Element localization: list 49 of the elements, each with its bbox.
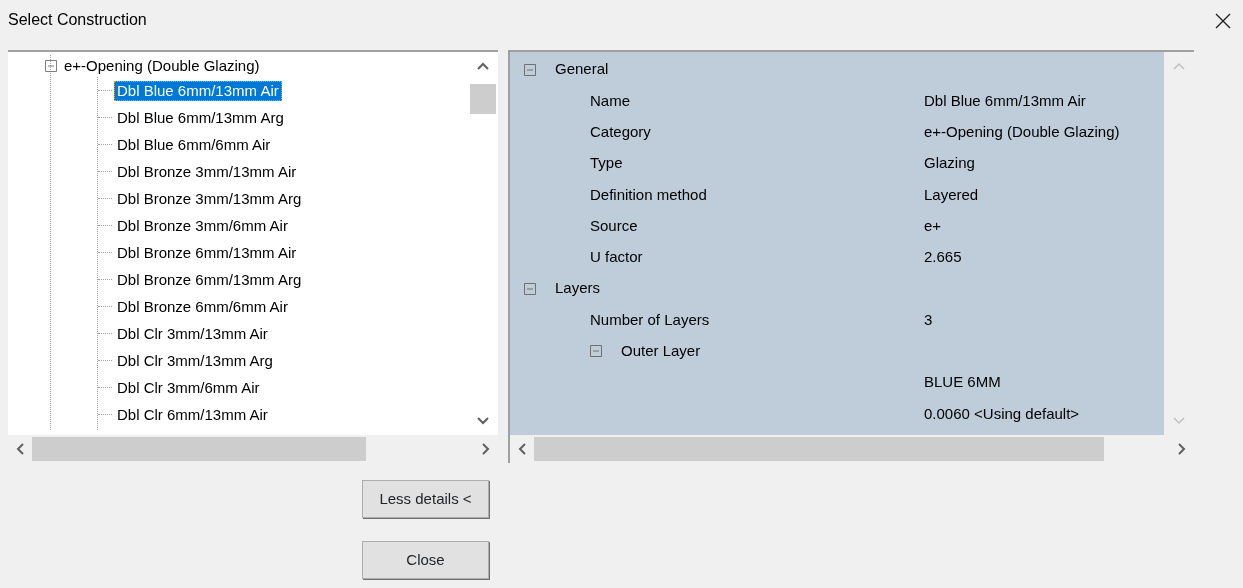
scrollbar-thumb[interactable] [32, 437, 366, 461]
property-name: Source [590, 215, 638, 236]
property-value: 3 [924, 309, 933, 330]
tree-item[interactable]: Dbl Clr 3mm/6mm Air [114, 377, 263, 398]
property-name: Category [590, 122, 651, 142]
collapse-icon[interactable] [524, 63, 536, 76]
tree-item[interactable]: Dbl Bronze 3mm/13mm Arg [114, 188, 305, 209]
dialog-button[interactable]: Less details < [362, 480, 489, 518]
property-name: Number of Layers [590, 309, 710, 330]
tree-item[interactable]: e+-Opening (Double Glazing) [61, 56, 263, 76]
property-value: 2.665 [924, 247, 962, 268]
scroll-left-icon[interactable] [16, 443, 24, 455]
tree-item[interactable]: Dbl Bronze 3mm/6mm Air [114, 215, 291, 236]
tree-item[interactable]: Dbl Blue 6mm/13mm Air [114, 80, 282, 101]
group-label: Outer Layer [621, 341, 701, 362]
scrollbar-thumb[interactable] [534, 437, 1104, 461]
tree-item[interactable]: Dbl Bronze 3mm/13mm Air [114, 161, 300, 182]
group-label: General [555, 59, 609, 80]
property-value: Glazing [924, 153, 975, 174]
group-label: Layers [555, 278, 601, 299]
property-value: BLUE 6MM [924, 372, 1001, 393]
tree-item[interactable]: Dbl Bronze 6mm/6mm Air [114, 296, 291, 317]
tree-item[interactable]: Dbl Blue 6mm/13mm Arg [114, 107, 287, 128]
property-value: 0.0060 <Using default> [924, 403, 1080, 424]
scroll-down-icon[interactable] [477, 417, 489, 425]
property-name: Name [590, 90, 630, 111]
tree-item[interactable]: Dbl Blue 6mm/6mm Air [114, 134, 274, 155]
property-value: Dbl Blue 6mm/13mm Air [924, 90, 1086, 111]
property-name: Definition method [590, 184, 707, 205]
scroll-right-icon[interactable] [1178, 443, 1186, 455]
scrollbar-thumb[interactable] [470, 84, 496, 114]
collapse-icon[interactable] [524, 282, 536, 295]
tree-item[interactable]: Dbl Bronze 6mm/13mm Arg [114, 269, 305, 290]
property-value: e+ [924, 215, 942, 236]
property-value: e+-Opening (Double Glazing) [924, 122, 1120, 142]
dialog-button[interactable]: Close [362, 541, 489, 579]
collapse-icon[interactable] [590, 345, 602, 358]
window-title: Select Construction [8, 10, 147, 30]
collapse-icon[interactable] [45, 60, 57, 72]
scroll-left-icon[interactable] [518, 443, 526, 455]
tree-item[interactable]: Dbl Bronze 6mm/13mm Air [114, 242, 300, 263]
scroll-right-icon[interactable] [482, 443, 490, 455]
tree-item[interactable]: Dbl Clr 3mm/13mm Air [114, 323, 271, 344]
property-value: Layered [924, 184, 979, 205]
property-name: Type [590, 153, 623, 174]
property-name: U factor [590, 247, 643, 268]
tree-item[interactable]: Dbl Clr 6mm/13mm Air [114, 404, 271, 425]
tree-item[interactable]: Dbl Clr 3mm/13mm Arg [114, 350, 276, 371]
scroll-up-icon[interactable] [477, 62, 489, 70]
